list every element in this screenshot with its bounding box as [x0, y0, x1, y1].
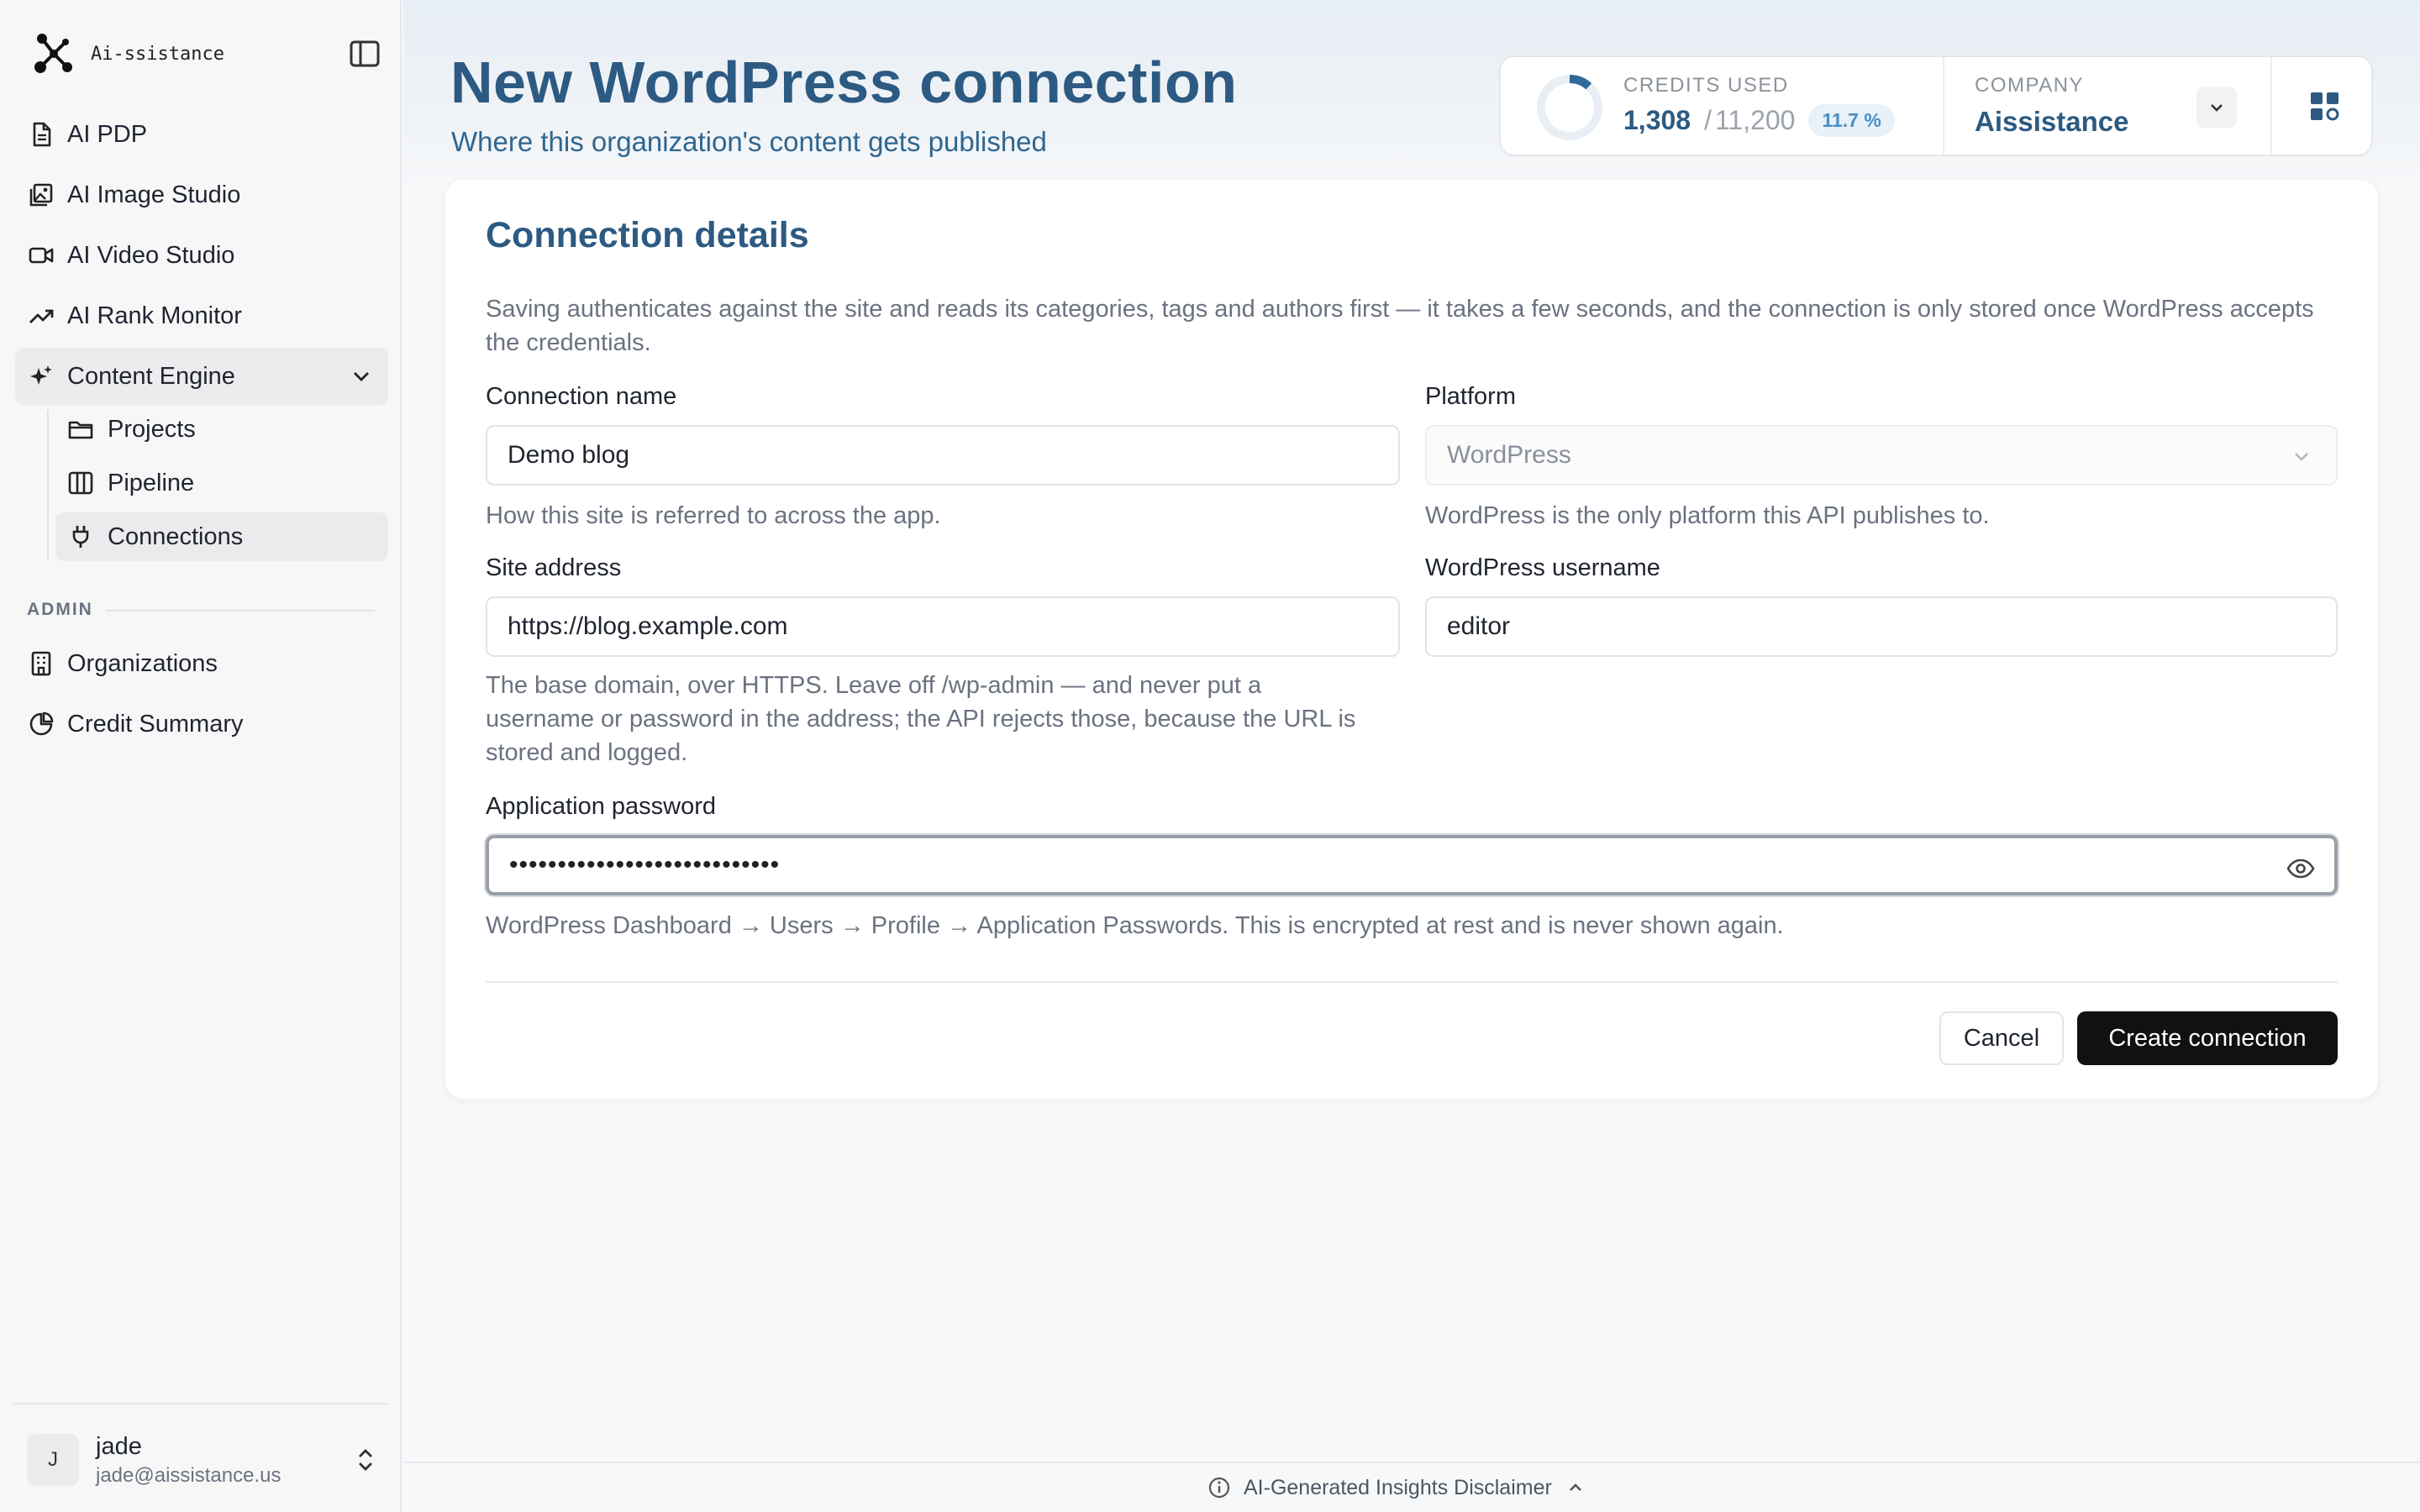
plug-icon — [67, 523, 94, 550]
logo-icon — [30, 30, 77, 77]
divider — [1943, 57, 1944, 155]
user-name: jade — [96, 1432, 142, 1460]
platform-helper: WordPress is the only platform this API … — [1425, 502, 1990, 529]
connection-name-helper: How this site is referred to across the … — [486, 502, 941, 529]
image-icon — [27, 181, 55, 209]
password-helper: WordPress Dashboard → Users → Profile → … — [486, 912, 1784, 939]
sidebar-item-ai-image-studio[interactable]: AI Image Studio — [15, 166, 388, 223]
password-value: •••••••••••••••••••••••••••• — [509, 851, 781, 879]
sidebar-item-projects[interactable]: Projects — [55, 405, 388, 454]
card-title: Connection details — [486, 215, 809, 255]
sidebar-item-connections[interactable]: Connections — [55, 512, 388, 561]
building-icon — [27, 649, 55, 678]
submenu-line — [47, 410, 49, 559]
sidebar-item-credit-summary[interactable]: Credit Summary — [15, 696, 388, 753]
folder-icon — [67, 416, 94, 443]
sidebar-item-label: AI PDP — [67, 120, 148, 148]
user-email: jade@aissistance.us — [96, 1463, 281, 1487]
chevron-down-icon — [2295, 453, 2308, 461]
chevron-down-icon — [2211, 104, 2223, 112]
sidebar-item-ai-pdp[interactable]: AI PDP — [15, 106, 388, 163]
admin-section-label: ADMIN — [27, 600, 93, 619]
page-title: New WordPress connection — [450, 50, 1238, 115]
sidebar-item-label: Content Engine — [67, 362, 235, 390]
disclaimer-toggle[interactable]: AI-Generated Insights Disclaimer — [1207, 1475, 1586, 1500]
brand[interactable]: Ai-ssistance — [30, 30, 224, 77]
card-intro-text: Saving authenticates against the site an… — [486, 296, 2314, 356]
company-dropdown-button[interactable] — [2196, 87, 2237, 128]
username-input[interactable]: editor — [1425, 596, 2338, 657]
site-address-label: Site address — [486, 554, 622, 581]
credits-separator: / — [1704, 105, 1712, 135]
platform-select[interactable]: WordPress — [1425, 425, 2338, 486]
apps-grid-icon[interactable] — [2304, 86, 2346, 128]
connection-name-value: Demo blog — [508, 441, 630, 469]
sidebar-item-label: AI Image Studio — [67, 181, 241, 208]
info-icon — [1208, 1477, 1230, 1499]
sidebar: Ai-ssistance AI PDP AI Image Studio AI V… — [0, 0, 402, 1512]
page-subtitle: Where this organization's content gets p… — [451, 126, 1047, 157]
trend-icon — [27, 302, 55, 330]
sidebar-item-content-engine[interactable]: Content Engine — [15, 348, 388, 405]
platform-value: WordPress — [1447, 441, 1571, 469]
pie-icon — [27, 710, 55, 738]
sidebar-item-label: Pipeline — [108, 469, 195, 496]
site-address-value: https://blog.example.com — [508, 612, 788, 640]
document-icon — [27, 120, 55, 149]
sidebar-item-label: AI Video Studio — [67, 241, 235, 269]
connection-name-input[interactable]: Demo blog — [486, 425, 1400, 486]
sparkle-icon — [27, 362, 55, 391]
brand-name: Ai-ssistance — [91, 43, 224, 65]
username-value: editor — [1447, 612, 1511, 640]
chevron-down-icon — [354, 372, 369, 381]
sidebar-item-label: Projects — [108, 415, 196, 443]
site-address-helper: The base domain, over HTTPS. Leave off /… — [486, 672, 1356, 766]
video-icon — [27, 241, 55, 270]
chevron-up-icon — [1569, 1483, 1581, 1491]
eye-icon[interactable] — [2286, 855, 2316, 882]
credits-label: CREDITS USED — [1623, 74, 1789, 97]
footer: AI-Generated Insights Disclaimer — [403, 1462, 2420, 1512]
sidebar-item-label: Connections — [108, 522, 244, 550]
divider — [2270, 57, 2272, 155]
cancel-button[interactable]: Cancel — [1939, 1011, 2064, 1065]
credits-donut-chart — [1537, 75, 1602, 140]
password-input[interactable]: •••••••••••••••••••••••••••• — [486, 835, 2338, 895]
password-label: Application password — [486, 793, 717, 820]
site-address-input[interactable]: https://blog.example.com — [486, 596, 1400, 657]
sidebar-toggle-icon[interactable] — [348, 39, 381, 69]
sidebar-item-label: Organizations — [67, 649, 218, 677]
sidebar-item-ai-rank-monitor[interactable]: AI Rank Monitor — [15, 287, 388, 344]
credits-company-card: CREDITS USED 1,308 / 11,200 11.7 % COMPA… — [1499, 55, 2373, 156]
sidebar-item-organizations[interactable]: Organizations — [15, 635, 388, 692]
divider — [106, 610, 375, 612]
username-label: WordPress username — [1425, 554, 1660, 581]
company-name: Aissistance — [1975, 106, 2129, 137]
user-menu[interactable]: J jade jade@aissistance.us — [27, 1428, 388, 1492]
credits-percent-badge: 11.7 % — [1808, 104, 1895, 137]
disclaimer-label: AI-Generated Insights Disclaimer — [1244, 1475, 1552, 1499]
platform-label: Platform — [1425, 383, 1516, 410]
company-label: COMPANY — [1975, 74, 2085, 97]
sidebar-item-label: AI Rank Monitor — [67, 302, 242, 329]
avatar: J — [27, 1434, 79, 1486]
chevron-updown-icon — [359, 1449, 372, 1471]
sidebar-item-label: Credit Summary — [67, 710, 244, 738]
connection-form-card: Connection details Saving authenticates … — [445, 180, 2378, 1099]
columns-icon — [67, 470, 94, 496]
create-connection-button[interactable]: Create connection — [2077, 1011, 2338, 1065]
sidebar-item-pipeline[interactable]: Pipeline — [55, 459, 388, 507]
credits-total: 11,200 — [1714, 105, 1796, 135]
connection-name-label: Connection name — [486, 383, 677, 410]
sidebar-item-ai-video-studio[interactable]: AI Video Studio — [15, 227, 388, 284]
divider — [13, 1403, 388, 1404]
credits-used: 1,308 — [1623, 105, 1691, 135]
divider — [486, 981, 2338, 983]
